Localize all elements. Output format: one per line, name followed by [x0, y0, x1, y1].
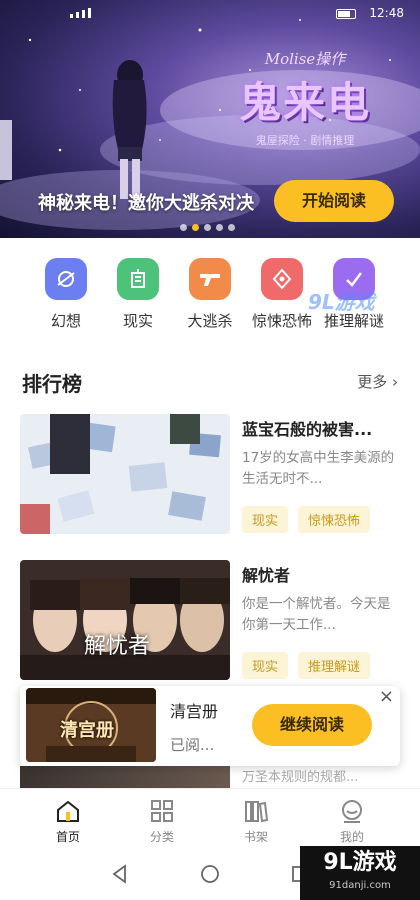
- cover-title: 解忧者: [84, 634, 151, 659]
- watermark-brand: 9L游戏: [323, 850, 397, 875]
- close-icon[interactable]: ×: [379, 686, 394, 707]
- book-info: 解忧者 你是一个解忧者。今天是你第一天工作... 现实 推理解谜: [242, 560, 402, 679]
- continue-book-title: 清宫册: [170, 702, 219, 721]
- watermark-overlay: 9L游戏: [308, 290, 375, 314]
- signal-icon: [70, 8, 91, 18]
- carousel-dots: [180, 224, 235, 231]
- gun-icon: [189, 258, 231, 300]
- category-fantasy[interactable]: 幻想: [31, 258, 101, 331]
- building-icon: [117, 258, 159, 300]
- banner-title: 神秘来电！邀你大逃杀对决: [38, 193, 254, 214]
- system-nav-bar: 9L游戏 91danji.com: [0, 846, 420, 900]
- status-time: 12:48: [369, 6, 404, 20]
- book-tags: 现实 惊悚恐怖: [242, 506, 371, 533]
- category-label: 惊悚恐怖: [251, 312, 312, 330]
- nav-category[interactable]: 分类: [122, 797, 202, 845]
- carousel-dot[interactable]: [228, 224, 235, 231]
- list-item-peek: 万圣本规则的规都...: [20, 766, 400, 788]
- book-description: 万圣本规则的规都...: [242, 770, 359, 785]
- category-horror[interactable]: 惊悚恐怖: [247, 258, 317, 331]
- nav-label: 首页: [55, 830, 80, 844]
- home-button-icon[interactable]: [200, 864, 220, 884]
- ranking-title: 排行榜: [22, 372, 82, 396]
- bookshelf-icon: [216, 797, 296, 825]
- watermark-logo: 9L游戏 91danji.com: [300, 846, 420, 900]
- book-cover: 清宫册: [26, 688, 156, 762]
- book-info: 蓝宝石般的被害... 17岁的女高中生李美源的生活无时不... 现实 惊悚恐怖: [242, 414, 402, 533]
- status-bar: 12:48: [0, 0, 420, 26]
- mask-icon: [261, 258, 303, 300]
- start-reading-button[interactable]: 开始阅读: [274, 180, 394, 222]
- category-label: 幻想: [50, 312, 81, 330]
- continue-reading-card[interactable]: 清宫册 清宫册 已阅... 继续阅读 ×: [20, 686, 400, 766]
- category-label: 现实: [122, 312, 153, 330]
- book-title: 蓝宝石般的被害...: [242, 420, 373, 439]
- nav-bookshelf[interactable]: 书架: [216, 797, 296, 845]
- category-battle-royale[interactable]: 大逃杀: [175, 258, 245, 331]
- home-icon: [28, 797, 108, 825]
- nav-home[interactable]: 首页: [28, 797, 108, 845]
- banner-logo-main: 鬼来电: [238, 78, 371, 127]
- category-icon: [122, 797, 202, 825]
- tag[interactable]: 现实: [242, 652, 289, 679]
- category-reality[interactable]: 现实: [103, 258, 173, 331]
- profile-icon: [312, 797, 392, 825]
- carousel-dot[interactable]: [204, 224, 211, 231]
- more-label: 更多: [357, 373, 388, 391]
- book-description: 你是一个解忧者。今天是你第一天工作...: [242, 596, 391, 633]
- banner-logo: Molise操作 鬼来电 鬼屋探险 · 剧情推理: [230, 48, 380, 148]
- book-tags: 现实 推理解谜: [242, 652, 371, 679]
- banner-carousel[interactable]: Molise操作 鬼来电 鬼屋探险 · 剧情推理 神秘来电！邀你大逃杀对决 开始…: [0, 0, 420, 238]
- nav-label: 分类: [149, 830, 174, 844]
- girl-silhouette: [112, 60, 147, 199]
- nav-label: 书架: [243, 830, 268, 844]
- category-label: 大逃杀: [187, 312, 233, 330]
- book-cover: 解忧者: [20, 560, 230, 680]
- tag[interactable]: 现实: [242, 506, 289, 533]
- list-item[interactable]: 解忧者 解忧者 你是一个解忧者。今天是你第一天工作... 现实 推理解谜: [20, 560, 400, 680]
- tag[interactable]: 推理解谜: [298, 652, 371, 679]
- continue-reading-button[interactable]: 继续阅读: [252, 704, 372, 746]
- book-cover: [20, 766, 230, 788]
- banner-logo-sub: 鬼屋探险 · 剧情推理: [255, 134, 355, 147]
- carousel-dot[interactable]: [180, 224, 187, 231]
- banner-logo-top: Molise操作: [264, 50, 346, 68]
- nav-profile[interactable]: 我的: [312, 797, 392, 845]
- book-title: 解忧者: [242, 566, 291, 585]
- list-item[interactable]: 蓝宝石般的被害... 17岁的女高中生李美源的生活无时不... 现实 惊悚恐怖: [20, 414, 400, 534]
- planet-icon: [45, 258, 87, 300]
- battery-icon: [336, 9, 356, 19]
- tag[interactable]: 惊悚恐怖: [298, 506, 371, 533]
- ranking-more-link[interactable]: 更多 ›: [357, 371, 398, 392]
- reading-progress: 已阅...: [170, 736, 215, 754]
- bottom-nav: 首页 分类 书架 我的: [0, 788, 420, 846]
- carousel-dot-active[interactable]: [192, 224, 199, 231]
- book-cover: [20, 414, 230, 534]
- nav-label: 我的: [339, 830, 364, 844]
- back-icon[interactable]: [110, 864, 130, 884]
- book-description: 17岁的女高中生李美源的生活无时不...: [242, 450, 395, 487]
- cover-title: 清宫册: [60, 720, 114, 741]
- carousel-dot[interactable]: [216, 224, 223, 231]
- watermark-site: 91danji.com: [329, 880, 391, 891]
- chevron-right-icon: ›: [392, 373, 398, 391]
